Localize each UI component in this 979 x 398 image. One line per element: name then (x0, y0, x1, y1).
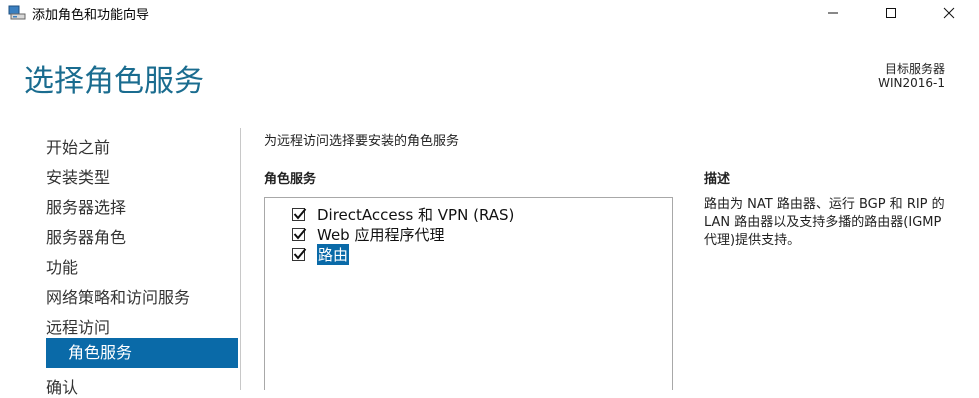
nav-item-server-roles[interactable]: 服务器角色 (46, 224, 126, 248)
checkmark-icon (293, 227, 307, 240)
checkbox[interactable] (292, 227, 307, 241)
checkbox[interactable] (292, 247, 307, 261)
nav-divider (240, 128, 241, 390)
maximize-button[interactable] (868, 0, 914, 26)
nav-item-confirmation[interactable]: 确认 (46, 374, 78, 398)
description-text: 路由为 NAT 路由器、运行 BGP 和 RIP 的 LAN 路由器以及支持多播… (704, 197, 945, 248)
window-title: 添加角色和功能向导 (32, 8, 150, 23)
maximize-icon (886, 8, 896, 18)
service-label-routing: 路由 (317, 243, 350, 265)
page-title: 选择角色服务 (24, 64, 204, 99)
minimize-button[interactable] (810, 0, 856, 26)
nav-item-installation-type[interactable]: 安装类型 (46, 164, 110, 188)
list-item[interactable]: 路由 (292, 243, 350, 265)
role-services-list[interactable]: DirectAccess 和 VPN (RAS) Web 应用程序代理 路由 (264, 197, 673, 390)
minimize-icon (828, 12, 838, 14)
nav-item-features[interactable]: 功能 (46, 254, 78, 278)
close-icon (943, 7, 955, 19)
checkmark-icon (293, 207, 307, 220)
checkbox[interactable] (292, 207, 307, 221)
service-label-web-app-proxy: Web 应用程序代理 (317, 225, 445, 244)
instruction-text: 为远程访问选择要安装的角色服务 (264, 134, 460, 149)
close-button[interactable] (926, 0, 972, 26)
nav-item-remote-access[interactable]: 远程访问 (46, 314, 110, 338)
nav-item-npas[interactable]: 网络策略和访问服务 (46, 284, 190, 308)
checkmark-icon (293, 247, 307, 260)
server-manager-icon (8, 5, 26, 21)
list-item[interactable]: Web 应用程序代理 (292, 224, 444, 244)
role-services-heading: 角色服务 (264, 172, 317, 187)
nav-item-before-you-begin[interactable]: 开始之前 (46, 134, 110, 158)
service-label-directaccess-vpn: DirectAccess 和 VPN (RAS) (317, 205, 515, 224)
description-heading: 描述 (704, 172, 731, 187)
destination-server-label: 目标服务器 (884, 62, 945, 76)
nav-item-server-selection[interactable]: 服务器选择 (46, 194, 126, 218)
destination-server-value: WIN2016-1 (878, 76, 945, 90)
title-bar: 添加角色和功能向导 (0, 0, 979, 26)
nav-item-role-services[interactable]: 角色服务 (46, 338, 238, 368)
list-item[interactable]: DirectAccess 和 VPN (RAS) (292, 204, 514, 224)
